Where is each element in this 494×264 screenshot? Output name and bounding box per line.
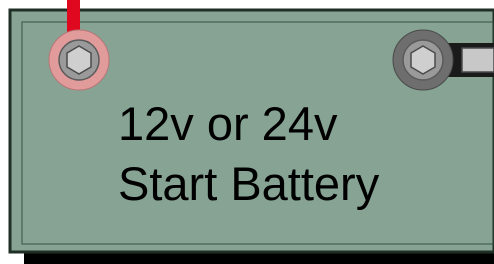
positive-terminal [48, 29, 110, 91]
battery-label-voltage: 12v or 24v [118, 97, 338, 150]
battery-label-type: Start Battery [118, 157, 380, 210]
negative-bolt-hex-icon [410, 45, 436, 75]
negative-terminal [392, 29, 454, 91]
positive-bolt-hex-icon [66, 45, 92, 75]
negative-cable-clamp [461, 47, 494, 73]
